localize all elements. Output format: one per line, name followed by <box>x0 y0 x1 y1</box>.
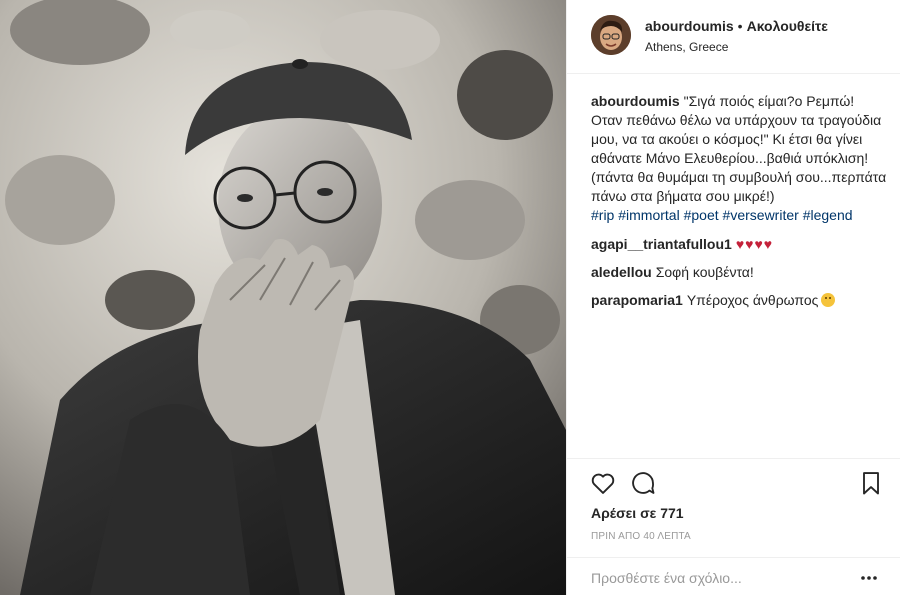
avatar[interactable] <box>591 15 631 55</box>
comment-button[interactable] <box>629 469 657 497</box>
profile-picture-icon <box>591 15 631 55</box>
header-line: abourdoumis • Ακολουθείτε <box>645 18 828 34</box>
add-comment-input[interactable] <box>591 568 831 588</box>
username-link[interactable]: abourdoumis <box>645 18 734 34</box>
post-photo[interactable] <box>0 0 566 595</box>
bookmark-icon <box>863 472 879 495</box>
post-sidebar: abourdoumis • Ακολουθείτε Athens, Greece a… <box>566 0 900 595</box>
hashtag-legend[interactable]: #legend <box>803 207 853 223</box>
comment-item: agapi__triantafullou1 ♥♥♥♥ <box>591 235 887 254</box>
hashtag-immortal[interactable]: #immortal <box>618 207 679 223</box>
following-button[interactable]: Ακολουθείτε <box>747 18 828 34</box>
comment-username[interactable]: parapomaria1 <box>591 292 683 308</box>
comment-username[interactable]: agapi__triantafullou1 <box>591 236 732 252</box>
more-options-button[interactable] <box>859 570 879 586</box>
comment-text: Σοφή κουβέντα! <box>655 264 754 280</box>
caption-username[interactable]: abourdoumis <box>591 93 680 109</box>
comment-bubble-icon <box>632 472 655 494</box>
comment-text: Υπέροχος άνθρωπος <box>686 292 819 308</box>
comment-username[interactable]: aledellou <box>591 264 652 280</box>
post-actions: Αρέσει σε 771 ΠΡΙΝ ΑΠΟ 40 ΛΕΠΤΑ <box>567 458 900 595</box>
likes-count[interactable]: Αρέσει σε 771 <box>591 505 684 521</box>
post-header: abourdoumis • Ακολουθείτε Athens, Greece <box>567 0 900 74</box>
comment-item: aledellou Σοφή κουβέντα! <box>591 263 887 282</box>
add-comment-bar <box>567 557 900 595</box>
hashtag-rip[interactable]: #rip <box>591 207 614 223</box>
black-and-white-portrait-image <box>0 0 566 595</box>
heart-icon <box>591 473 615 494</box>
post-timestamp[interactable]: ΠΡΙΝ ΑΠΟ 40 ΛΕΠΤΑ <box>591 531 691 542</box>
like-button[interactable] <box>589 469 617 497</box>
caption-text: "Σιγά ποιός είμαι?ο Ρεμπώ! Οταν πεθάνω θ… <box>591 93 887 204</box>
separator-dot: • <box>737 18 743 34</box>
comment-text-hearts: ♥♥♥♥ <box>735 236 774 252</box>
caption: abourdoumis "Σιγά ποιός είμαι?ο Ρεμπώ! Οτ… <box>591 92 887 225</box>
save-button[interactable] <box>857 469 885 497</box>
more-options-icon <box>861 576 877 580</box>
hashtag-versewriter[interactable]: #versewriter <box>723 207 799 223</box>
comments-section: abourdoumis "Σιγά ποιός είμαι?ο Ρεμπώ! Οτ… <box>591 92 887 319</box>
location-link[interactable]: Athens, Greece <box>645 40 728 54</box>
comment-item: parapomaria1 Υπέροχος άνθρωπος <box>591 291 887 310</box>
hashtag-poet[interactable]: #poet <box>684 207 719 223</box>
hushed-face-emoji-icon <box>821 293 836 307</box>
